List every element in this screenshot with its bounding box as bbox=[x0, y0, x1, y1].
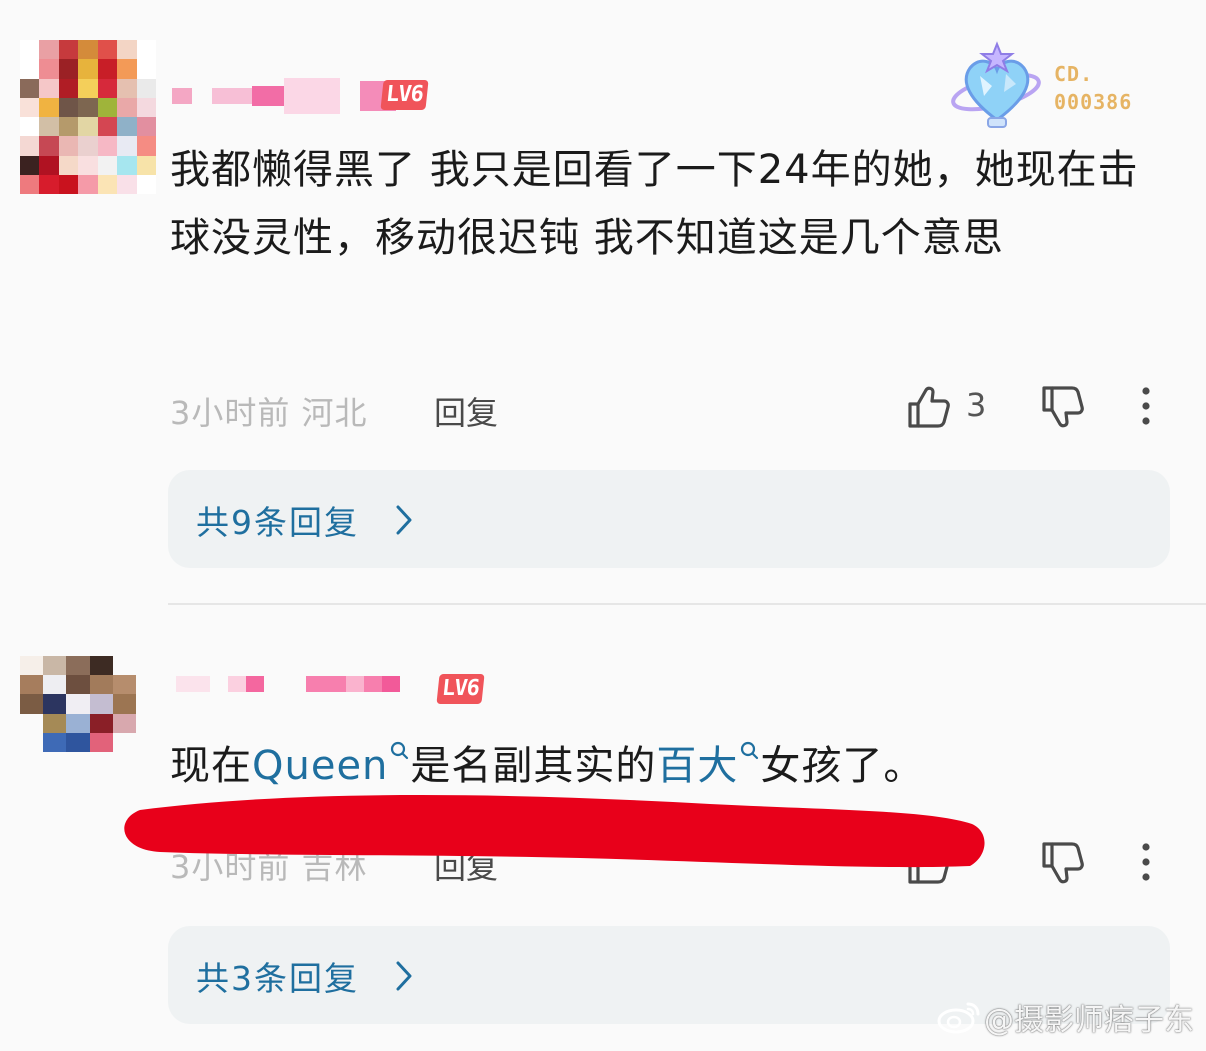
level-badge: LV6 bbox=[380, 80, 429, 110]
like-count: 3 bbox=[966, 386, 987, 424]
username[interactable] bbox=[172, 76, 396, 116]
reply-button[interactable]: 回复 bbox=[434, 388, 498, 434]
watermark: @摄影师痞子东 bbox=[936, 995, 1194, 1039]
dislike-button[interactable] bbox=[1040, 384, 1086, 430]
dislike-button[interactable] bbox=[1040, 840, 1086, 886]
thumbs-down-icon bbox=[1042, 842, 1084, 884]
thumbs-up-icon bbox=[908, 386, 950, 428]
replies-count-label: 共3条回复 bbox=[196, 959, 359, 998]
chevron-right-icon bbox=[396, 961, 412, 991]
more-options-button[interactable] bbox=[1134, 842, 1158, 882]
fan-badge-line2: 000386 bbox=[1054, 90, 1133, 114]
comment-text: 我都懒得黑了 我只是回看了一下24年的她，她现在击球没灵性，移动很迟钝 我不知道… bbox=[170, 147, 1139, 261]
fan-badge-line1: CD. bbox=[1054, 62, 1094, 86]
view-replies-button[interactable]: 共9条回复 bbox=[168, 470, 1170, 568]
more-vertical-icon bbox=[1142, 843, 1150, 881]
search-icon[interactable] bbox=[388, 740, 410, 770]
weibo-logo-icon bbox=[937, 1002, 980, 1034]
more-vertical-icon bbox=[1142, 387, 1150, 425]
like-button[interactable]: 3 bbox=[906, 382, 996, 432]
thumbs-down-icon bbox=[1042, 386, 1084, 428]
level-badge: LV6 bbox=[436, 674, 485, 704]
replies-count-label: 共9条回复 bbox=[196, 503, 359, 542]
more-options-button[interactable] bbox=[1134, 386, 1158, 426]
search-icon[interactable] bbox=[738, 740, 760, 770]
divider bbox=[168, 603, 1206, 605]
heart-crystal-icon bbox=[951, 41, 1041, 128]
fan-badge[interactable]: CD. 000386 bbox=[950, 40, 1160, 130]
watermark-text: @摄影师痞子东 bbox=[984, 1003, 1194, 1038]
chevron-right-icon bbox=[396, 505, 412, 535]
redaction-mark bbox=[124, 795, 985, 868]
avatar[interactable] bbox=[20, 40, 156, 194]
comment-time-location: 3小时前 河北 bbox=[170, 394, 368, 432]
avatar[interactable] bbox=[20, 656, 136, 752]
username[interactable] bbox=[176, 664, 400, 704]
